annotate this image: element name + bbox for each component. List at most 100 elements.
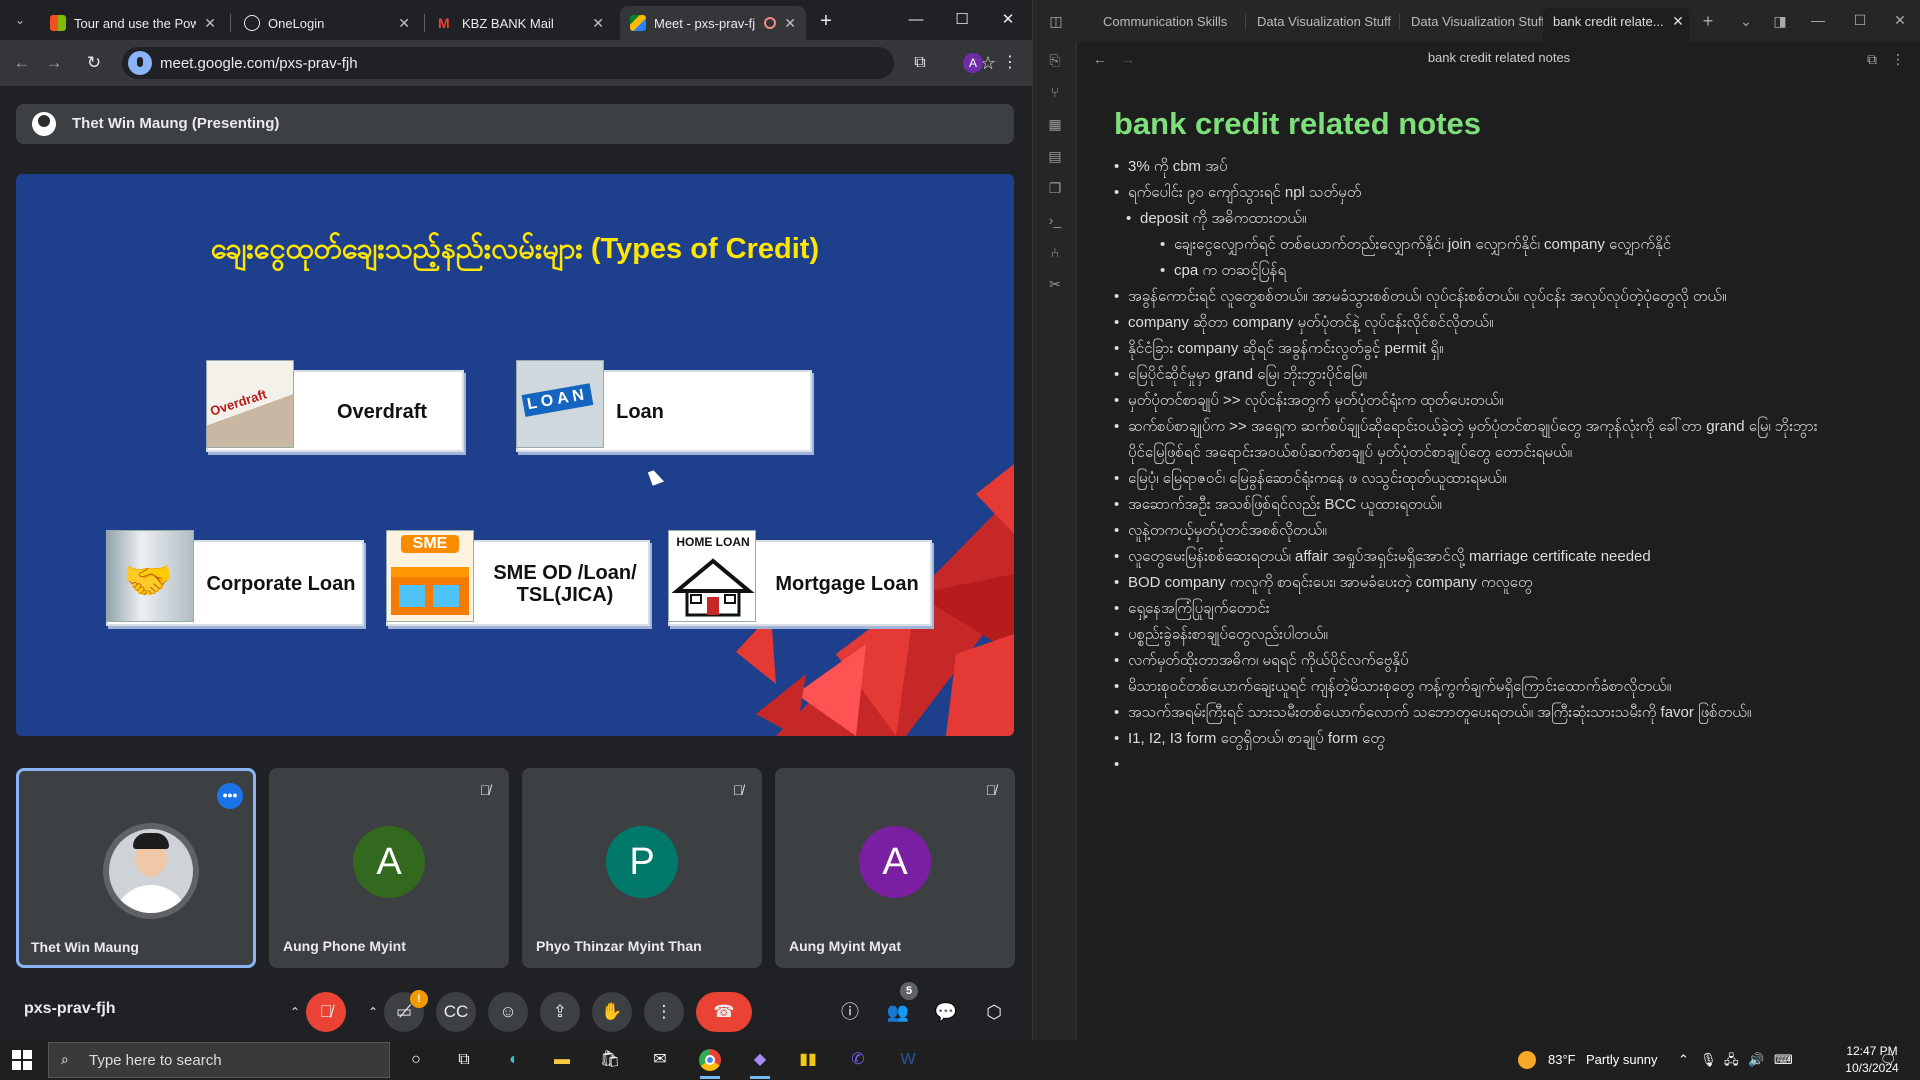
- tab-kbz-mail[interactable]: M KBZ BANK Mail ✕: [428, 6, 614, 40]
- store-icon[interactable]: 🛍: [590, 1044, 630, 1076]
- profile-avatar[interactable]: A: [963, 53, 983, 73]
- cortana-icon[interactable]: ○: [396, 1044, 436, 1076]
- network-icon[interactable]: 🖧: [1724, 1040, 1739, 1080]
- note-bullet[interactable]: I1, I2, I3 form တွေရှိတယ်၊ စာချုပ် form …: [1114, 726, 1834, 752]
- note-bullet[interactable]: ဆက်စပ်စာချုပ်က >> အရှေ့က ဆက်စပ်ချုပ်ဆိုရ…: [1114, 414, 1834, 466]
- note-title[interactable]: bank credit related notes: [1114, 106, 1834, 142]
- more-options-icon[interactable]: •••: [217, 783, 243, 809]
- microphone-icon[interactable]: [128, 51, 152, 75]
- note-bullet[interactable]: အဆောက်အဦး အသစ်ဖြစ်ရင်လည်း BCC ယူထားရတယ်။: [1114, 492, 1834, 518]
- tab-meet[interactable]: Meet - pxs-prav-fjh ✕: [620, 6, 806, 40]
- close-tab-icon[interactable]: ✕: [398, 15, 410, 32]
- sidebar-toggle-icon[interactable]: ◫: [1045, 10, 1067, 32]
- reading-view-icon[interactable]: ⧉: [1861, 48, 1883, 70]
- weather-temp[interactable]: 83°F: [1548, 1040, 1576, 1080]
- tab-data-viz-1[interactable]: Data Visualization Stuff: [1247, 8, 1397, 42]
- activities-icon[interactable]: ⬡: [976, 994, 1012, 1030]
- note-bullet[interactable]: မြေပုံ၊ မြေရာဇဝင်၊ မြေခွန်ဆောင်ရုံးကနေ ဖ…: [1114, 466, 1834, 492]
- note-bullet[interactable]: မှတ်ပုံတင်စာချုပ် >> လုပ်ငန်းအတွက် မှတ်ပ…: [1114, 388, 1834, 414]
- graph-view-icon[interactable]: ⑂: [1045, 82, 1065, 102]
- chat-icon[interactable]: 💬: [928, 994, 964, 1030]
- note-header-title[interactable]: bank credit related notes: [1077, 50, 1920, 65]
- tab-onelogin[interactable]: OneLogin ✕: [234, 6, 420, 40]
- note-bullet[interactable]: လူနဲ့တကယ့်မှတ်ပုံတင်အစစ်လိုတယ်။: [1114, 518, 1834, 544]
- note-bullet[interactable]: ပစ္စည်းခွဲခန်းစာချုပ်တွေလည်းပါတယ်။: [1114, 622, 1834, 648]
- show-hidden-icons-icon[interactable]: ⌃: [1678, 1040, 1689, 1080]
- note-bullet[interactable]: cpa က တဆင့်ပြန်ရ: [1114, 258, 1834, 284]
- note-bullet[interactable]: ရှေ့နေအကြံပြုချက်တောင်း: [1114, 596, 1834, 622]
- obsidian-icon[interactable]: ◆: [740, 1044, 780, 1079]
- forward-icon[interactable]: →: [40, 49, 68, 77]
- note-bullet[interactable]: လူတွေမေးမြန်းစစ်ဆေးရတယ်၊ affair အရှုပ်အရ…: [1114, 544, 1834, 570]
- close-window-icon[interactable]: ✕: [988, 6, 1028, 34]
- participant-tile[interactable]: ••• Thet Win Maung: [16, 768, 256, 968]
- git-icon[interactable]: ⑃: [1045, 242, 1065, 262]
- daily-note-icon[interactable]: ▤: [1045, 146, 1065, 166]
- tab-power[interactable]: Tour and use the Power ✕: [40, 6, 226, 40]
- note-bullet[interactable]: 3% ကို cbm အပ်: [1114, 154, 1834, 180]
- note-bullet[interactable]: မိသားစုဝင်တစ်ယောက်ချေးယူရင် ကျန်တဲ့မိသား…: [1114, 674, 1834, 700]
- note-bullet[interactable]: အသက်အရမ်းကြီးရင် သားသမီးတစ်ယောက်လောက် သဘ…: [1114, 700, 1834, 726]
- templates-icon[interactable]: ❐: [1045, 178, 1065, 198]
- keyboard-language-icon[interactable]: ⌨: [1774, 1040, 1793, 1080]
- close-window-icon[interactable]: ✕: [1889, 9, 1911, 31]
- note-bullet[interactable]: BOD company ကလူကို စာရင်းပေး၊ အာမခံပေးတဲ…: [1114, 570, 1834, 596]
- viber-icon[interactable]: ✆: [838, 1044, 878, 1076]
- word-icon[interactable]: W: [888, 1044, 928, 1076]
- power-bi-icon[interactable]: ▮▮: [788, 1044, 828, 1076]
- note-bullet[interactable]: မြေပိုင်ဆိုင်မှုမှာ grand မြေ၊ ဘိုးဘွားပ…: [1114, 362, 1834, 388]
- tab-communication-skills[interactable]: Communication Skills: [1093, 8, 1243, 42]
- more-options-icon[interactable]: ⋮: [1887, 48, 1909, 70]
- leave-call-button[interactable]: ☎: [696, 992, 752, 1032]
- new-tab-button[interactable]: +: [812, 8, 840, 36]
- raise-hand-button[interactable]: ✋: [592, 992, 632, 1032]
- address-bar[interactable]: meet.google.com/pxs-prav-fjh ☆: [122, 47, 996, 79]
- emoji-button[interactable]: ☺: [488, 992, 528, 1032]
- close-tab-icon[interactable]: ✕: [1667, 10, 1689, 32]
- volume-icon[interactable]: 🔊: [1748, 1040, 1764, 1080]
- taskbar-search[interactable]: ⌕ Type here to search: [48, 1042, 390, 1078]
- microphone-icon[interactable]: 🎙: [1700, 1040, 1717, 1080]
- minimize-icon[interactable]: —: [1807, 9, 1829, 31]
- maximize-icon[interactable]: ☐: [942, 6, 982, 34]
- participant-tile[interactable]: 🎙̸ A Aung Myint Myat: [775, 768, 1015, 968]
- url-text[interactable]: meet.google.com/pxs-prav-fjh: [160, 55, 358, 72]
- tab-data-viz-2[interactable]: Data Visualization Stuff: [1401, 8, 1551, 42]
- note-bullet[interactable]: company ဆိုတာ company မှတ်ပုံတင်နဲ့ လုပ်…: [1114, 310, 1834, 336]
- close-tab-icon[interactable]: ✕: [784, 15, 796, 32]
- audio-options-caret-icon[interactable]: ⌃: [284, 992, 306, 1032]
- note-bullet[interactable]: လက်မှတ်ထိုးတာအဓိက၊ မရရင် ကိုယ်ပိုင်လက်ဗွ…: [1114, 648, 1834, 674]
- task-view-icon[interactable]: ⧉: [444, 1044, 484, 1076]
- file-explorer-icon[interactable]: ▬: [542, 1044, 582, 1076]
- present-button[interactable]: ⇪: [540, 992, 580, 1032]
- close-tab-icon[interactable]: ✕: [592, 15, 604, 32]
- meeting-details-icon[interactable]: ⓘ: [832, 994, 868, 1030]
- more-options-button[interactable]: ⋮: [644, 992, 684, 1032]
- captions-button[interactable]: CC: [436, 992, 476, 1032]
- participant-tile[interactable]: 🎙̸ P Phyo Thinzar Myint Than: [522, 768, 762, 968]
- note-bullet[interactable]: အခွန်ကောင်းရင် လူတွေစစ်တယ်။ အာမခံသွားစစ်…: [1114, 284, 1834, 310]
- menu-dots-icon[interactable]: ⋮: [996, 49, 1024, 77]
- back-icon[interactable]: ←: [8, 49, 36, 77]
- mic-toggle-button[interactable]: 🎙̸: [306, 992, 346, 1032]
- windows-start-icon[interactable]: [12, 1050, 32, 1070]
- canvas-icon[interactable]: ▦: [1045, 114, 1065, 134]
- note-bullet[interactable]: ချေးငွေလျှောက်ရင် တစ်ယောက်တည်းလျှောက်နို…: [1114, 232, 1834, 258]
- note-editor[interactable]: bank credit related notes 3% ကို cbm အပ်…: [1114, 106, 1834, 778]
- note-bullet[interactable]: deposit ကို အဓိကထားတယ်။: [1114, 206, 1834, 232]
- bullet-list[interactable]: 3% ကို cbm အပ်ရက်ပေါင်း ၉၀ ကျော်သွားရင် …: [1114, 154, 1834, 778]
- tools-icon[interactable]: ✂: [1045, 274, 1065, 294]
- reload-icon[interactable]: ↻: [80, 49, 108, 77]
- note-bullet[interactable]: နိုင်ငံခြား company ဆိုရင် အခွန်ကင်းလွတ်…: [1114, 336, 1834, 362]
- minimize-icon[interactable]: —: [896, 6, 936, 34]
- new-tab-icon[interactable]: +: [1697, 10, 1719, 32]
- participant-tile[interactable]: 🎙̸ A Aung Phone Myint: [269, 768, 509, 968]
- tab-list-icon[interactable]: ⌄: [1735, 10, 1757, 32]
- clock[interactable]: 12:47 PM 10/3/2024: [1836, 1043, 1908, 1077]
- close-tab-icon[interactable]: ✕: [204, 15, 216, 32]
- tab-search-icon[interactable]: ⌄: [8, 8, 32, 32]
- chrome-icon[interactable]: [690, 1044, 730, 1079]
- note-bullet[interactable]: ရက်ပေါင်း ၉၀ ကျော်သွားရင် npl သတ်မှတ်: [1114, 180, 1834, 206]
- video-options-caret-icon[interactable]: ⌃: [362, 992, 384, 1032]
- notifications-icon[interactable]: 🗨: [1880, 1040, 1897, 1080]
